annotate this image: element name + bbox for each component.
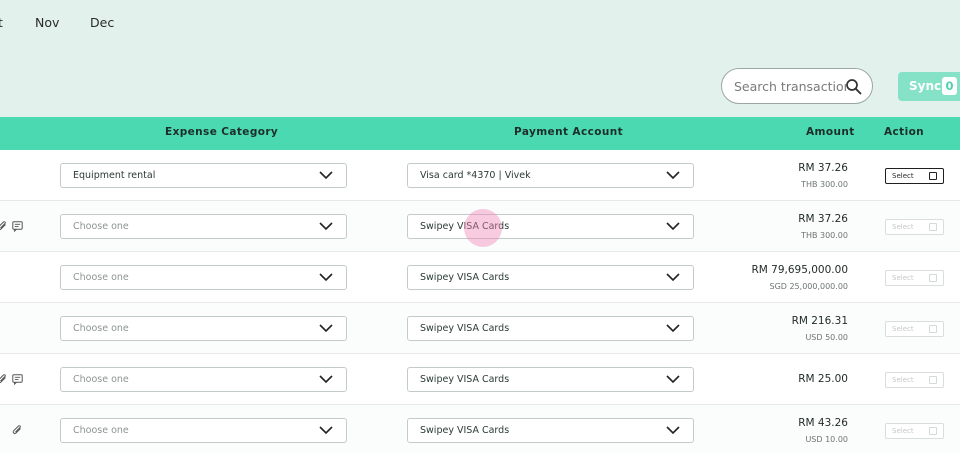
table-row: Choose one Swipey VISA Cards RM 37.26 TH… <box>0 201 960 252</box>
comment-icon[interactable] <box>12 374 23 385</box>
chevron-down-icon <box>319 426 333 435</box>
payment-account-select[interactable]: Visa card *4370 | Vivek <box>407 163 694 188</box>
chevron-down-icon <box>666 324 680 333</box>
attachment-icon[interactable] <box>0 221 8 232</box>
action-checkbox[interactable] <box>929 223 937 231</box>
chevron-down-icon <box>666 222 680 231</box>
chevron-down-icon <box>319 324 333 333</box>
expense-category-select[interactable]: Choose one <box>60 418 347 443</box>
chevron-down-icon <box>666 375 680 384</box>
header-action: Action <box>884 126 925 138</box>
action-checkbox[interactable] <box>929 274 937 282</box>
action-checkbox[interactable] <box>929 325 937 333</box>
action-select-button[interactable]: Select <box>885 168 944 184</box>
payment-account-select[interactable]: Swipey VISA Cards <box>407 265 694 290</box>
expense-category-select[interactable]: Equipment rental <box>60 163 347 188</box>
table-row: Choose one Swipey VISA Cards RM 79,695,0… <box>0 252 960 303</box>
action-checkbox[interactable] <box>929 376 937 384</box>
header-payment-account: Payment Account <box>514 126 623 138</box>
table-header: Expense Category Payment Account Amount … <box>0 117 960 150</box>
payment-account-value: Swipey VISA Cards <box>420 425 510 436</box>
chevron-down-icon <box>319 222 333 231</box>
action-select-label: Select <box>892 427 914 435</box>
payment-account-select[interactable]: Swipey VISA Cards <box>407 214 694 239</box>
expense-category-value: Choose one <box>73 425 129 436</box>
payment-account-value: Swipey VISA Cards <box>420 323 510 334</box>
month-tab-dec[interactable]: Dec <box>90 15 114 30</box>
action-select-label: Select <box>892 376 914 384</box>
payment-account-value: Swipey VISA Cards <box>420 272 510 283</box>
amount-original: USD 10.00 <box>805 435 848 444</box>
payment-account-value: Swipey VISA Cards <box>420 221 510 232</box>
comment-icon[interactable] <box>12 221 23 232</box>
chevron-down-icon <box>319 375 333 384</box>
payment-account-select[interactable]: Swipey VISA Cards <box>407 367 694 392</box>
amount-value: RM 25.00 <box>798 373 848 385</box>
expense-category-value: Equipment rental <box>73 170 156 181</box>
month-tab-nov[interactable]: Nov <box>35 15 59 30</box>
expense-category-value: Choose one <box>73 323 129 334</box>
chevron-down-icon <box>666 171 680 180</box>
amount-value: RM 79,695,000.00 <box>751 264 848 276</box>
action-select-button[interactable]: Select <box>885 321 944 337</box>
action-select-label: Select <box>892 274 914 282</box>
search-placeholder: Search transactions <box>734 79 846 94</box>
action-checkbox[interactable] <box>929 172 937 180</box>
table-row: Choose one Swipey VISA Cards RM 25.00 Se… <box>0 354 960 405</box>
action-select-label: Select <box>892 325 914 333</box>
expense-category-select[interactable]: Choose one <box>60 265 347 290</box>
attachment-icon[interactable] <box>12 425 23 436</box>
header-amount: Amount <box>806 126 855 138</box>
expense-category-select[interactable]: Choose one <box>60 214 347 239</box>
amount-original: THB 300.00 <box>801 180 848 189</box>
payment-account-select[interactable]: Swipey VISA Cards <box>407 418 694 443</box>
expense-category-value: Choose one <box>73 272 129 283</box>
chevron-down-icon <box>319 171 333 180</box>
search-icon[interactable] <box>845 78 862 95</box>
amount-value: RM 216.31 <box>791 315 848 327</box>
sync-button[interactable]: Sync 0 <box>898 72 960 101</box>
table-row: Choose one Swipey VISA Cards RM 43.26 US… <box>0 405 960 453</box>
top-toolbar-area: t Nov Dec Search transactions Sync 0 <box>0 0 960 117</box>
sync-count-badge: 0 <box>942 77 957 95</box>
month-tab-oct[interactable]: t <box>0 15 3 30</box>
amount-value: RM 37.26 <box>798 162 848 174</box>
expense-category-select[interactable]: Choose one <box>60 367 347 392</box>
amount-value: RM 37.26 <box>798 213 848 225</box>
payment-account-value: Swipey VISA Cards <box>420 374 510 385</box>
expense-category-select[interactable]: Choose one <box>60 316 347 341</box>
action-checkbox[interactable] <box>929 427 937 435</box>
table-row: Choose one Swipey VISA Cards RM 216.31 U… <box>0 303 960 354</box>
amount-original: SGD 25,000,000.00 <box>769 282 848 291</box>
action-select-button[interactable]: Select <box>885 219 944 235</box>
action-select-button[interactable]: Select <box>885 423 944 439</box>
table-row: Equipment rental Visa card *4370 | Vivek… <box>0 150 960 201</box>
header-expense-category: Expense Category <box>165 126 279 138</box>
chevron-down-icon <box>666 426 680 435</box>
payment-account-select[interactable]: Swipey VISA Cards <box>407 316 694 341</box>
amount-original: USD 50.00 <box>805 333 848 342</box>
action-select-label: Select <box>892 172 914 180</box>
action-select-button[interactable]: Select <box>885 270 944 286</box>
action-select-button[interactable]: Select <box>885 372 944 388</box>
sync-label: Sync <box>909 79 942 93</box>
attachment-icon[interactable] <box>0 374 8 385</box>
chevron-down-icon <box>666 273 680 282</box>
expense-category-value: Choose one <box>73 221 129 232</box>
chevron-down-icon <box>319 273 333 282</box>
amount-value: RM 43.26 <box>798 417 848 429</box>
amount-original: THB 300.00 <box>801 231 848 240</box>
payment-account-value: Visa card *4370 | Vivek <box>420 170 531 181</box>
expense-category-value: Choose one <box>73 374 129 385</box>
search-input[interactable]: Search transactions <box>721 68 873 104</box>
action-select-label: Select <box>892 223 914 231</box>
